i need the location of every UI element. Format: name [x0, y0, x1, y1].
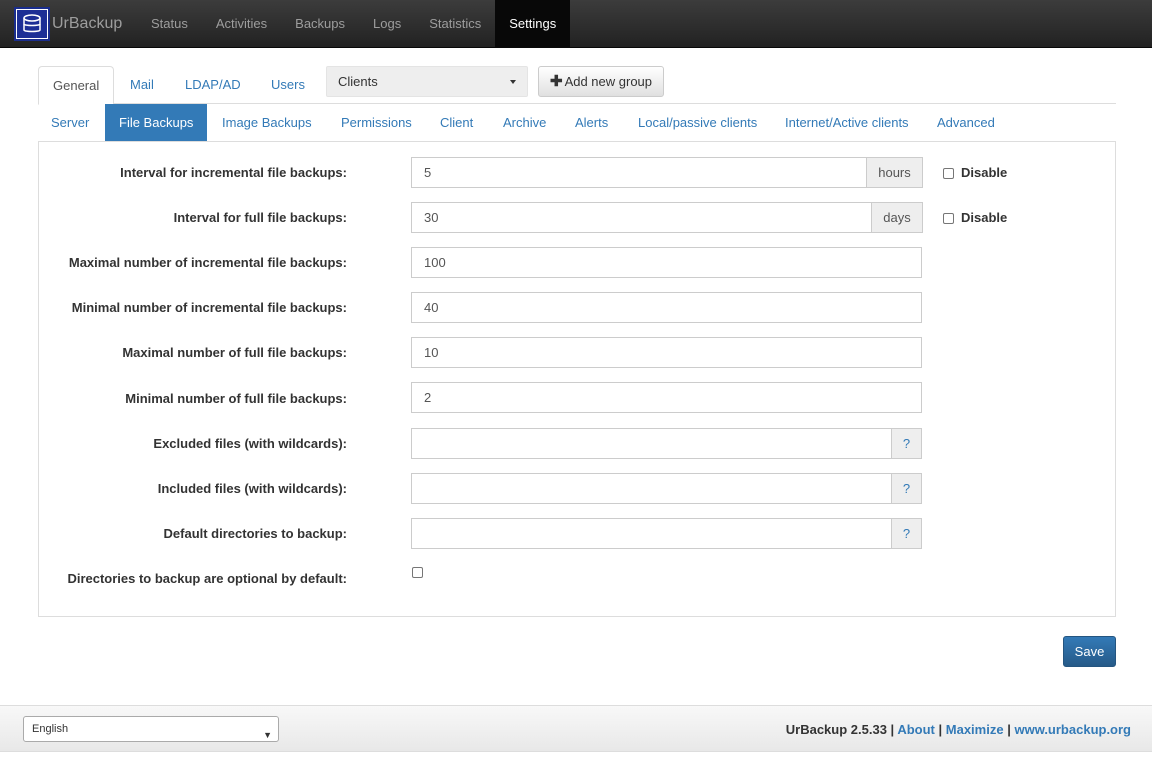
hours-addon: hours — [867, 157, 923, 188]
included-files-input[interactable] — [411, 473, 892, 504]
save-button[interactable]: Save — [1063, 636, 1116, 667]
full-disable-label: Disable — [961, 210, 1008, 225]
excluded-files-input[interactable] — [411, 428, 892, 459]
subtab-server[interactable]: Server — [51, 104, 89, 141]
website-link[interactable]: www.urbackup.org — [1014, 722, 1131, 737]
full-disable-checkbox[interactable] — [943, 213, 954, 224]
incr-interval-label: Interval for incremental file backups: — [120, 165, 347, 180]
subtab-client[interactable]: Client — [440, 104, 473, 141]
group-settings-tabs: Server File Backups Image Backups Permis… — [38, 104, 1116, 141]
add-group-label: Add new group — [564, 74, 653, 89]
file-backups-panel: Interval for incremental file backups: 5… — [38, 141, 1116, 617]
subtab-advanced[interactable]: Advanced — [937, 104, 995, 141]
chevron-down-icon — [510, 80, 516, 84]
default-dirs-label: Default directories to backup: — [163, 526, 347, 541]
nav-settings[interactable]: Settings — [495, 0, 571, 47]
tab-users[interactable]: Users — [271, 66, 305, 104]
chevron-down-icon: ▼ — [263, 730, 272, 740]
days-addon: days — [872, 202, 923, 233]
default-dirs-help-button[interactable]: ? — [892, 518, 922, 549]
max-full-input[interactable]: 10 — [411, 337, 922, 368]
optional-dirs-label: Directories to backup are optional by de… — [67, 571, 347, 586]
subtab-alerts[interactable]: Alerts — [575, 104, 608, 141]
included-files-label: Included files (with wildcards): — [157, 481, 347, 496]
nav-activities[interactable]: Activities — [202, 0, 281, 47]
min-incr-input[interactable]: 40 — [411, 292, 922, 323]
top-navbar: UrBackup Status Activities Backups Logs … — [0, 0, 1152, 48]
separator: | — [938, 722, 943, 737]
group-select[interactable]: Clients — [326, 66, 528, 97]
footer-links: UrBackup 2.5.33 | About | Maximize | www… — [786, 722, 1131, 737]
max-incr-input[interactable]: 100 — [411, 247, 922, 278]
incr-disable-checkbox[interactable] — [943, 168, 954, 179]
nav-logs[interactable]: Logs — [359, 0, 415, 47]
subtab-archive[interactable]: Archive — [503, 104, 546, 141]
full-interval-label: Interval for full file backups: — [173, 210, 347, 225]
footer: English ▼ UrBackup 2.5.33 | About | Maxi… — [0, 705, 1152, 752]
add-group-button[interactable]: ✚ Add new group — [538, 66, 664, 97]
incr-interval-input[interactable]: 5 — [411, 157, 867, 188]
version-text: UrBackup 2.5.33 | — [785, 722, 895, 737]
maximize-link[interactable]: Maximize — [946, 722, 1004, 737]
about-link[interactable]: About — [897, 722, 935, 737]
excluded-help-button[interactable]: ? — [892, 428, 922, 459]
optional-dirs-checkbox[interactable] — [412, 567, 423, 578]
urbackup-logo-icon — [14, 7, 50, 41]
min-incr-label: Minimal number of incremental file backu… — [71, 300, 347, 315]
plus-icon: ✚ — [549, 73, 563, 90]
language-value: English — [32, 723, 69, 735]
brand-name: UrBackup — [52, 15, 123, 32]
default-dirs-input[interactable] — [411, 518, 892, 549]
tab-mail[interactable]: Mail — [130, 66, 154, 104]
brand[interactable]: UrBackup — [14, 7, 122, 41]
subtab-image-backups[interactable]: Image Backups — [222, 104, 312, 141]
incr-disable-label: Disable — [961, 165, 1008, 180]
nav-status[interactable]: Status — [137, 0, 202, 47]
excluded-files-label: Excluded files (with wildcards): — [153, 436, 347, 451]
subtab-local-passive[interactable]: Local/passive clients — [638, 104, 757, 141]
subtab-file-backups[interactable]: File Backups — [105, 104, 208, 141]
max-full-label: Maximal number of full file backups: — [122, 345, 347, 360]
min-full-label: Minimal number of full file backups: — [125, 391, 347, 406]
subtab-permissions[interactable]: Permissions — [341, 104, 412, 141]
group-select-value: Clients — [338, 74, 378, 89]
nav-statistics[interactable]: Statistics — [415, 0, 495, 47]
language-select[interactable]: English ▼ — [23, 716, 279, 742]
subtab-internet-active[interactable]: Internet/Active clients — [785, 104, 909, 141]
separator: | — [1007, 722, 1011, 737]
min-full-input[interactable]: 2 — [411, 382, 922, 413]
nav-backups[interactable]: Backups — [281, 0, 359, 47]
full-interval-input[interactable]: 30 — [411, 202, 872, 233]
tab-general[interactable]: General — [38, 66, 115, 105]
nav-links: Status Activities Backups Logs Statistic… — [137, 0, 571, 47]
tab-ldap[interactable]: LDAP/AD — [185, 66, 241, 104]
included-help-button[interactable]: ? — [892, 473, 922, 504]
max-incr-label: Maximal number of incremental file backu… — [68, 255, 347, 270]
